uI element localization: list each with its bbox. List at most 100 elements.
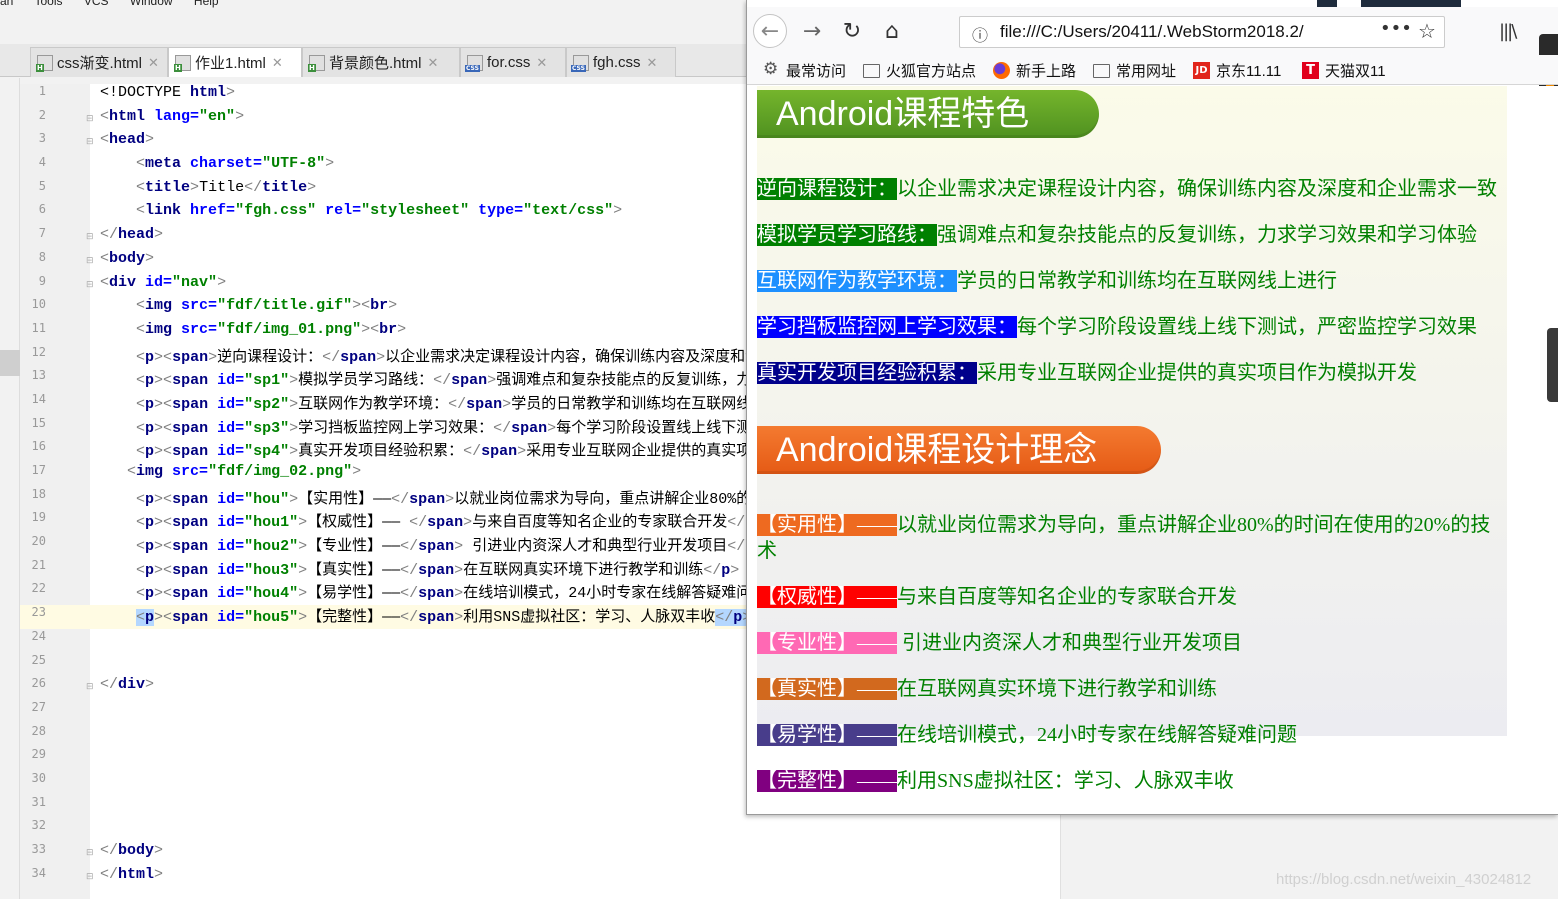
section-banner-features: Android课程特色 — [757, 90, 1099, 138]
code-line[interactable]: 18 <p><span id="hou">【实用性】——</span>以就业岗位… — [20, 487, 760, 511]
tab-fgh-css[interactable]: fgh.css ✕ — [566, 47, 676, 77]
code-line[interactable]: 15 <p><span id="sp3">学习挡板监控网上学习效果：</span… — [20, 416, 767, 440]
tab-label: 作业1.html — [195, 55, 266, 72]
idea-text: 引进业内资深人才和典型行业开发项目 — [897, 632, 1242, 654]
close-icon[interactable]: ✕ — [272, 55, 283, 71]
page-actions-icon[interactable]: ••• — [1380, 18, 1412, 39]
tab-css-gradient-html[interactable]: css渐变.html ✕ — [30, 47, 168, 77]
bookmark-most-visited[interactable]: 最常访问 — [763, 59, 846, 80]
close-icon[interactable]: ✕ — [647, 55, 658, 71]
code-line[interactable]: 29 — [20, 747, 760, 771]
page-viewport[interactable]: Android课程特色 逆向课程设计：以企业需求决定课程设计内容，确保训练内容及… — [747, 86, 1558, 814]
bookmark-common-sites[interactable]: 常用网址 — [1093, 60, 1176, 80]
menu-item-an[interactable]: an — [0, 0, 13, 8]
feature-paragraph: 逆向课程设计：以企业需求决定课程设计内容，确保训练内容及深度和企业需求一致 — [757, 176, 1507, 202]
close-icon[interactable]: ✕ — [148, 55, 159, 71]
code-line[interactable]: 17 <img src="fdf/img_02.png"> — [20, 463, 760, 487]
code-line[interactable]: 6 <link href="fgh.css" rel="stylesheet" … — [20, 202, 760, 226]
code-line[interactable]: 32 — [20, 818, 760, 842]
home-icon: ⌂ — [885, 18, 899, 44]
idea-text: 利用SNS虚拟社区：学习、人脉双丰收 — [897, 770, 1234, 792]
code-line[interactable]: 11 <img src="fdf/img_01.png"><br> — [20, 321, 760, 345]
code-line[interactable]: 19 <p><span id="hou1">【权威性】—— </span>与来自… — [20, 510, 760, 534]
idea-paragraph: 【真实性】——在互联网真实环境下进行教学和训练 — [757, 676, 1507, 702]
code-line-current[interactable]: 23 <p><span id="hou5">【完整性】——</span>利用SN… — [20, 605, 760, 629]
title-bar-strip — [1361, 0, 1461, 7]
code-line[interactable]: 12 <p><span>逆向课程设计：</span>以企业需求决定课程设计内容，… — [20, 345, 761, 369]
reload-button[interactable]: ↻ — [835, 14, 869, 48]
code-line[interactable]: 24 — [20, 629, 760, 653]
idea-paragraph: 【权威性】——与来自百度等知名企业的专家联合开发 — [757, 584, 1507, 610]
tab-label: fgh.css — [593, 54, 641, 71]
tab-label: css渐变.html — [57, 55, 143, 72]
bookmark-label: 新手上路 — [1016, 62, 1077, 80]
feature-paragraph: 学习挡板监控网上学习效果：每个学习阶段设置线上线下测试，严密监控学习效果 — [757, 314, 1507, 340]
forward-button[interactable]: → — [795, 14, 829, 48]
library-icon[interactable]: |||\ — [1499, 21, 1517, 42]
tool-window-strip — [0, 78, 20, 899]
bookmark-star-icon[interactable]: ☆ — [1418, 19, 1436, 43]
code-line[interactable]: 33 ⊟ </body> — [20, 842, 760, 866]
bookmark-getting-started[interactable]: 新手上路 — [993, 60, 1076, 80]
info-icon[interactable]: ⓘ — [972, 22, 988, 46]
code-line[interactable]: 25 — [20, 653, 760, 677]
bookmark-tmall[interactable]: T 天猫双11 — [1302, 60, 1386, 80]
close-icon[interactable]: ✕ — [428, 55, 439, 71]
menu-item-window[interactable]: Window — [130, 0, 173, 8]
bookmark-label: 常用网址 — [1116, 62, 1177, 80]
code-line[interactable]: 31 — [20, 795, 760, 819]
idea-label: 【实用性】—— — [757, 514, 897, 536]
feature-text: 以企业需求决定课程设计内容，确保训练内容及深度和企业需求一致 — [897, 178, 1497, 200]
bookmark-jd[interactable]: JD 京东11.11 — [1193, 60, 1281, 80]
code-line[interactable]: 20 <p><span id="hou2">【专业性】——</span> 引进业… — [20, 534, 760, 558]
side-widget[interactable] — [1547, 328, 1558, 402]
tmall-icon: T — [1302, 61, 1319, 79]
code-line[interactable]: 3 ⊟ <head> — [20, 131, 760, 155]
close-icon[interactable]: ✕ — [536, 55, 547, 71]
code-line[interactable]: 14 <p><span id="sp2">互联网作为教学环境：</span>学员… — [20, 392, 767, 416]
html-file-icon — [174, 54, 191, 72]
gear-icon — [763, 59, 780, 79]
code-line[interactable]: 34 ⊟ </html> — [20, 866, 760, 890]
code-line[interactable]: 16 <p><span id="sp4">真实开发项目经验积累：</span>采… — [20, 439, 767, 463]
url-bar[interactable]: ⓘ file:///C:/Users/20411/.WebStorm2018.2… — [959, 16, 1445, 48]
ide-menubar: an Tools VCS Window Help — [0, 0, 760, 8]
code-line[interactable]: 9 ⊟ <div id="nav"> — [20, 274, 760, 298]
code-line[interactable]: 4 <meta charset="UTF-8"> — [20, 155, 760, 179]
code-line[interactable]: 1 <!DOCTYPE html> — [20, 84, 760, 108]
feature-text: 学员的日常教学和训练均在互联网线上进行 — [957, 270, 1337, 292]
tab-label: 背景颜色.html — [329, 55, 422, 72]
code-line[interactable]: 7 ⊟ </head> — [20, 226, 760, 250]
feature-text: 每个学习阶段设置线上线下测试，严密监控学习效果 — [1017, 316, 1477, 338]
code-lines[interactable]: 1 <!DOCTYPE html> 2 ⊟ <html lang="en"> 3 ⊟ <h… — [20, 84, 767, 890]
feature-text: 采用专业互联网企业提供的真实项目作为模拟开发 — [977, 362, 1417, 384]
menu-item-vcs[interactable]: VCS — [84, 0, 109, 8]
tab-for-css[interactable]: for.css ✕ — [460, 47, 566, 77]
code-line[interactable]: 5 <title>Title</title> — [20, 179, 760, 203]
code-line[interactable]: 27 — [20, 700, 760, 724]
tool-window-marker[interactable] — [0, 350, 20, 376]
code-line[interactable]: 30 — [20, 771, 760, 795]
code-line[interactable]: 28 — [20, 724, 760, 748]
url-text[interactable]: file:///C:/Users/20411/.WebStorm2018.2/ — [1000, 22, 1360, 42]
code-line[interactable]: 13 <p><span id="sp1">模拟学员学习路线：</span>强调难… — [20, 368, 767, 392]
tab-background-color-html[interactable]: 背景颜色.html ✕ — [302, 47, 460, 77]
bookmark-firefox-official[interactable]: 火狐官方站点 — [863, 60, 976, 80]
code-line[interactable]: 26 ⊟ </div> — [20, 676, 760, 700]
code-line[interactable]: 2 ⊟ <html lang="en"> — [20, 108, 760, 132]
home-button[interactable]: ⌂ — [875, 14, 909, 48]
code-line[interactable]: 8 ⊟ <body> — [20, 250, 760, 274]
jd-icon: JD — [1193, 61, 1210, 79]
feature-paragraph: 互联网作为教学环境：学员的日常教学和训练均在互联网线上进行 — [757, 268, 1507, 294]
code-line[interactable]: 10 <img src="fdf/title.gif"><br> — [20, 297, 760, 321]
back-button[interactable]: ← — [753, 14, 787, 48]
idea-text: 在互联网真实环境下进行教学和训练 — [897, 678, 1217, 700]
menu-item-help[interactable]: Help — [194, 0, 219, 8]
menu-item-tools[interactable]: Tools — [34, 0, 62, 8]
tab-homework1-html[interactable]: 作业1.html ✕ — [168, 47, 302, 77]
editor-tab-bar: css渐变.html ✕ 作业1.html ✕ 背景颜色.html ✕ for.… — [0, 44, 760, 77]
feature-label: 真实开发项目经验积累： — [757, 362, 977, 384]
code-line[interactable]: 21 <p><span id="hou3">【真实性】——</span>在互联网… — [20, 558, 760, 582]
code-line[interactable]: 22 <p><span id="hou4">【易学性】——</span>在线培训… — [20, 581, 760, 605]
firefox-icon — [993, 61, 1010, 79]
